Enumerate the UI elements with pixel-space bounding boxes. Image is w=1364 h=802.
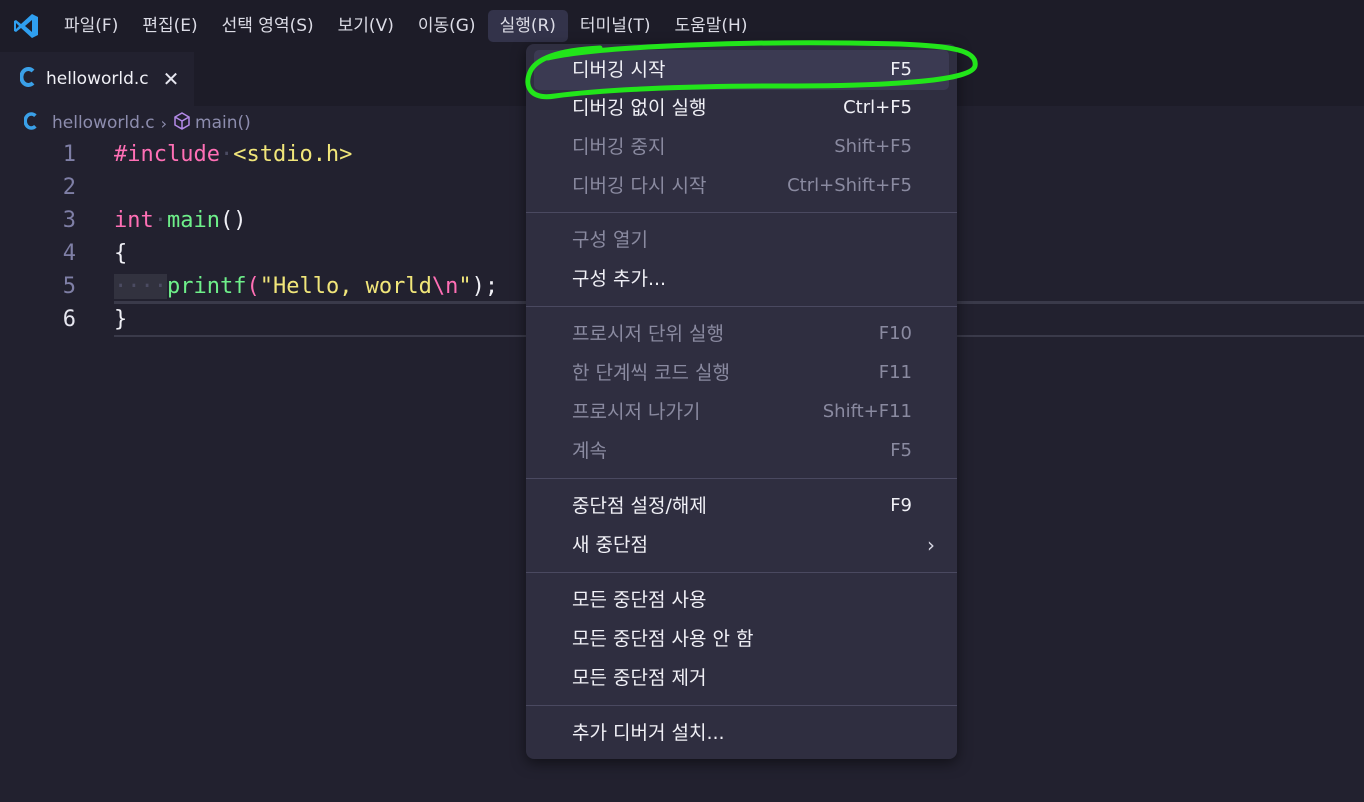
line-number: 2 — [62, 175, 76, 200]
menu-separator — [526, 478, 957, 479]
menu-file[interactable]: 파일(F) — [52, 10, 130, 42]
code-text: ····printf("Hello, world\n"); — [114, 274, 499, 299]
menu-step-out[interactable]: 프로시저 나가기 Shift+F11 — [526, 394, 957, 430]
menu-stop-debugging[interactable]: 디버깅 중지 Shift+F5 — [526, 129, 957, 165]
c-file-icon — [23, 111, 38, 135]
menu-open-configurations[interactable]: 구성 열기 — [526, 222, 957, 258]
line-number: 6 — [62, 307, 76, 332]
breadcrumb-separator: › — [160, 113, 168, 133]
c-file-icon — [19, 67, 36, 91]
vscode-logo-icon[interactable] — [0, 0, 52, 52]
menu-separator — [526, 212, 957, 213]
menu-install-additional-debuggers[interactable]: 추가 디버거 설치... — [526, 715, 957, 751]
menu-step-into[interactable]: 한 단계씩 코드 실행 F11 — [526, 355, 957, 391]
menu-start-debugging[interactable]: 디버깅 시작 F5 — [526, 52, 957, 88]
breadcrumb-file[interactable]: helloworld.c — [52, 113, 155, 133]
menu-edit[interactable]: 편집(E) — [130, 10, 209, 42]
menu-step-over[interactable]: 프로시저 단위 실행 F10 — [526, 316, 957, 352]
menu-separator — [526, 705, 957, 706]
menu-add-configuration[interactable]: 구성 추가... — [526, 261, 957, 297]
breadcrumb: helloworld.c › main() — [23, 110, 251, 136]
menu-continue[interactable]: 계속 F5 — [526, 433, 957, 469]
menu-separator — [526, 306, 957, 307]
tab-label: helloworld.c — [46, 69, 149, 89]
menu-go[interactable]: 이동(G) — [406, 10, 488, 42]
line-number: 1 — [62, 142, 76, 167]
line-number: 4 — [62, 241, 76, 266]
run-menu-dropdown: 디버깅 시작 F5 디버깅 없이 실행 Ctrl+F5 디버깅 중지 Shift… — [526, 44, 957, 759]
chevron-right-icon: › — [927, 533, 935, 557]
code-text: #include·<stdio.h> — [114, 142, 353, 167]
line-number: 5 — [62, 274, 76, 299]
tab-helloworld[interactable]: helloworld.c ✕ — [0, 52, 194, 106]
menu-disable-all-breakpoints[interactable]: 모든 중단점 사용 안 함 — [526, 621, 957, 657]
menu-new-breakpoint[interactable]: 새 중단점 › — [526, 527, 957, 563]
menu-help[interactable]: 도움말(H) — [663, 10, 760, 42]
menu-remove-all-breakpoints[interactable]: 모든 중단점 제거 — [526, 660, 957, 696]
breadcrumb-symbol[interactable]: main() — [195, 113, 251, 133]
menu-toggle-breakpoint[interactable]: 중단점 설정/해제 F9 — [526, 488, 957, 524]
line-number: 3 — [62, 208, 76, 233]
menu-separator — [526, 572, 957, 573]
menu-terminal[interactable]: 터미널(T) — [568, 10, 663, 42]
menu-enable-all-breakpoints[interactable]: 모든 중단점 사용 — [526, 582, 957, 618]
code-text: int·main() — [114, 208, 247, 233]
code-text: } — [114, 307, 128, 332]
menu-run[interactable]: 실행(R) — [487, 10, 568, 42]
close-icon[interactable]: ✕ — [163, 67, 180, 91]
menu-view[interactable]: 보기(V) — [326, 10, 406, 42]
cube-icon — [173, 111, 191, 135]
code-text: { — [114, 241, 128, 266]
menu-selection[interactable]: 선택 영역(S) — [210, 10, 326, 42]
menu-run-without-debugging[interactable]: 디버깅 없이 실행 Ctrl+F5 — [526, 90, 957, 126]
menu-restart-debugging[interactable]: 디버깅 다시 시작 Ctrl+Shift+F5 — [526, 168, 957, 204]
